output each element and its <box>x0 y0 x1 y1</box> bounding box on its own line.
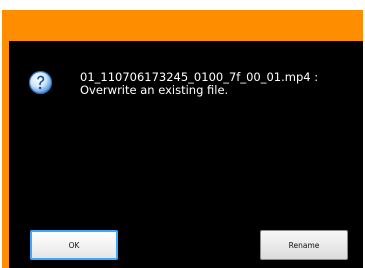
overwrite-dialog: 01_110706173245_0100_7f_00_01.mp4 : Over… <box>11 51 363 268</box>
overwrite-text: Overwrite an existing file. <box>80 83 229 97</box>
question-icon <box>28 70 53 95</box>
dialog-message: 01_110706173245_0100_7f_00_01.mp4 : Over… <box>80 71 355 97</box>
rename-button[interactable]: Rename <box>260 230 348 260</box>
title-bar <box>2 10 363 41</box>
dialog-window: 01_110706173245_0100_7f_00_01.mp4 : Over… <box>2 10 363 268</box>
accent-strip <box>2 41 9 268</box>
ok-button[interactable]: OK <box>30 230 118 260</box>
